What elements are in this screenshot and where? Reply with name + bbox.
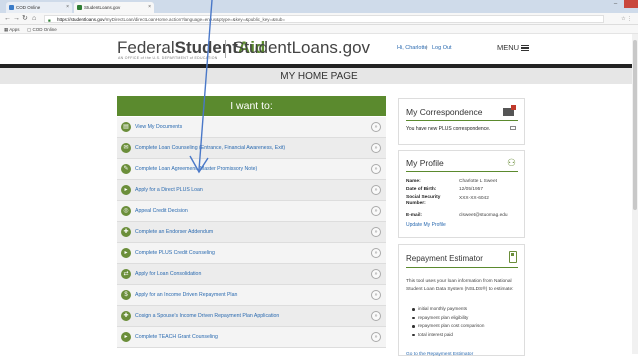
- annotation-arrow-overlay: [189, 0, 213, 174]
- annotation-arrow-line: [198, 0, 213, 171]
